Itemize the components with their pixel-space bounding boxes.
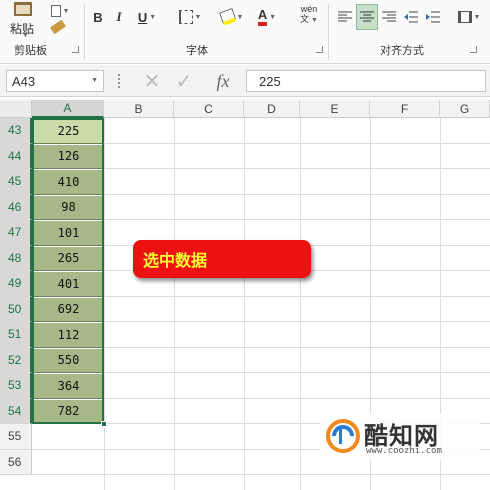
table-cell[interactable]: 112: [34, 323, 103, 348]
row-header[interactable]: 45: [0, 169, 32, 195]
table-cell[interactable]: 364: [34, 374, 103, 399]
gridline: [174, 118, 175, 490]
row-header[interactable]: 50: [0, 296, 32, 322]
watermark: 酷知网 www.coozhi.com: [320, 414, 480, 460]
paste-dropdown-icon[interactable]: ▼: [22, 32, 29, 39]
formula-input[interactable]: 225: [246, 70, 486, 92]
row-header[interactable]: 46: [0, 194, 32, 220]
column-header-b[interactable]: B: [104, 100, 174, 118]
alignment-launcher-icon[interactable]: [470, 46, 477, 53]
row-header[interactable]: 54: [0, 398, 32, 424]
name-box[interactable]: A43 ▼: [6, 70, 104, 92]
increase-indent-button[interactable]: [424, 6, 442, 28]
decrease-indent-button[interactable]: [402, 6, 420, 28]
table-cell[interactable]: 782: [34, 399, 103, 424]
table-cell[interactable]: 126: [34, 144, 103, 169]
table-cell[interactable]: 101: [34, 221, 103, 246]
row-header[interactable]: 53: [0, 373, 32, 399]
row-header[interactable]: 47: [0, 220, 32, 246]
format-painter-button[interactable]: [46, 16, 70, 38]
watermark-url: www.coozhi.com: [366, 446, 442, 456]
active-cell[interactable]: 225: [34, 119, 103, 144]
gridline: [104, 118, 105, 490]
paste-button[interactable]: 粘贴 ▼: [6, 2, 42, 40]
gridline: [32, 474, 490, 475]
row-header[interactable]: 44: [0, 143, 32, 169]
select-all-corner[interactable]: [0, 100, 32, 118]
group-divider: [84, 4, 85, 60]
fill-color-button[interactable]: ▼: [216, 6, 248, 28]
alignment-group-label: 对齐方式: [380, 45, 424, 57]
callout-label: 选中数据: [133, 240, 311, 278]
underline-label: U: [137, 9, 148, 25]
coozhi-logo-icon: [326, 419, 360, 453]
italic-button[interactable]: I: [112, 6, 126, 28]
formula-value: 225: [259, 73, 281, 89]
font-color-label: A: [257, 8, 268, 26]
merge-cells-icon: [457, 11, 472, 23]
table-cell[interactable]: 410: [34, 170, 103, 195]
ribbon: 粘贴 ▼ ▼ 剪贴板 B I U ▼ ▼ ▼ A ▼ wén 文 ▼ 字体 ▼ …: [0, 0, 490, 64]
increase-indent-icon: [426, 11, 440, 23]
align-left-button[interactable]: [336, 6, 354, 28]
row-header[interactable]: 49: [0, 271, 32, 297]
table-cell[interactable]: 401: [34, 272, 103, 297]
clipboard-icon: [14, 2, 32, 16]
underline-dropdown-icon: ▼: [149, 13, 157, 21]
phonetic-icon: 文 ▼: [300, 14, 318, 24]
row-header[interactable]: 52: [0, 347, 32, 373]
phonetic-button[interactable]: wén 文 ▼: [292, 4, 326, 26]
column-header-f[interactable]: F: [370, 100, 440, 118]
align-left-icon: [338, 11, 352, 22]
gridline: [244, 118, 245, 490]
align-right-icon: [382, 11, 396, 22]
row-header[interactable]: 43: [0, 118, 32, 144]
clipboard-group-label: 剪贴板: [14, 45, 47, 57]
name-box-value: A43: [12, 73, 36, 89]
align-center-icon: [360, 11, 374, 22]
formula-bar: A43 ▼ ✕ ✓ fx 225: [0, 65, 490, 97]
row-header[interactable]: 55: [0, 424, 32, 450]
clipboard-launcher-icon[interactable]: [72, 46, 79, 53]
column-header-a[interactable]: A: [32, 100, 104, 118]
gridline: [300, 118, 301, 490]
phonetic-label: wén: [300, 4, 318, 14]
row-header[interactable]: 48: [0, 245, 32, 271]
column-header-d[interactable]: D: [244, 100, 300, 118]
group-divider: [328, 4, 329, 60]
format-painter-icon: [49, 19, 67, 35]
fill-bucket-icon: [218, 8, 237, 26]
table-cell[interactable]: 550: [34, 348, 103, 373]
align-right-button[interactable]: [380, 6, 398, 28]
column-header-g[interactable]: G: [440, 100, 490, 118]
table-cell[interactable]: 692: [34, 297, 103, 322]
table-cell[interactable]: 98: [34, 195, 103, 220]
font-color-button[interactable]: A ▼: [252, 6, 282, 28]
fill-handle[interactable]: [101, 421, 107, 427]
align-center-button[interactable]: [356, 4, 378, 30]
merge-center-button[interactable]: ▼: [454, 6, 484, 28]
row-header[interactable]: 56: [0, 449, 32, 475]
underline-button[interactable]: U ▼: [132, 6, 162, 28]
bold-button[interactable]: B: [90, 6, 106, 28]
borders-icon: [178, 10, 193, 24]
row-header[interactable]: 51: [0, 322, 32, 348]
cancel-entry-icon[interactable]: ✕: [140, 70, 164, 93]
font-group-label: 字体: [186, 45, 208, 57]
insert-function-button[interactable]: fx: [210, 70, 236, 92]
table-cell[interactable]: 265: [34, 246, 103, 271]
column-header-e[interactable]: E: [300, 100, 370, 118]
confirm-entry-icon[interactable]: ✓: [172, 70, 196, 93]
name-box-dropdown-icon[interactable]: ▼: [91, 77, 98, 84]
column-header-c[interactable]: C: [174, 100, 244, 118]
decrease-indent-icon: [404, 11, 418, 23]
font-launcher-icon[interactable]: [316, 46, 323, 53]
borders-button[interactable]: ▼: [174, 6, 206, 28]
formula-bar-grip-icon[interactable]: [118, 74, 120, 88]
